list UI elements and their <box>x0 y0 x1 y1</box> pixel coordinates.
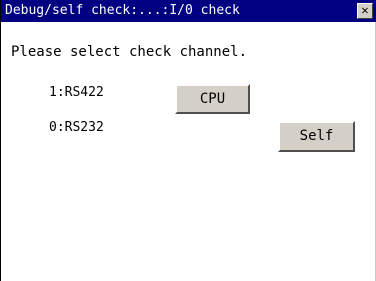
self-button[interactable]: Self <box>278 121 355 152</box>
instruction-text: Please select check channel. <box>11 44 248 60</box>
channel-label-rs422: 1:RS422 <box>49 85 104 100</box>
title-bar: Debug/self check:...:I/0 check ✕ <box>1 0 376 22</box>
close-button[interactable]: ✕ <box>357 3 373 19</box>
self-check-dialog: Debug/self check:...:I/0 check ✕ Please … <box>0 0 376 281</box>
cpu-button[interactable]: CPU <box>175 84 250 114</box>
window-title: Debug/self check:...:I/0 check <box>5 3 240 18</box>
channel-label-rs232: 0:RS232 <box>49 120 104 135</box>
close-icon: ✕ <box>361 3 369 17</box>
